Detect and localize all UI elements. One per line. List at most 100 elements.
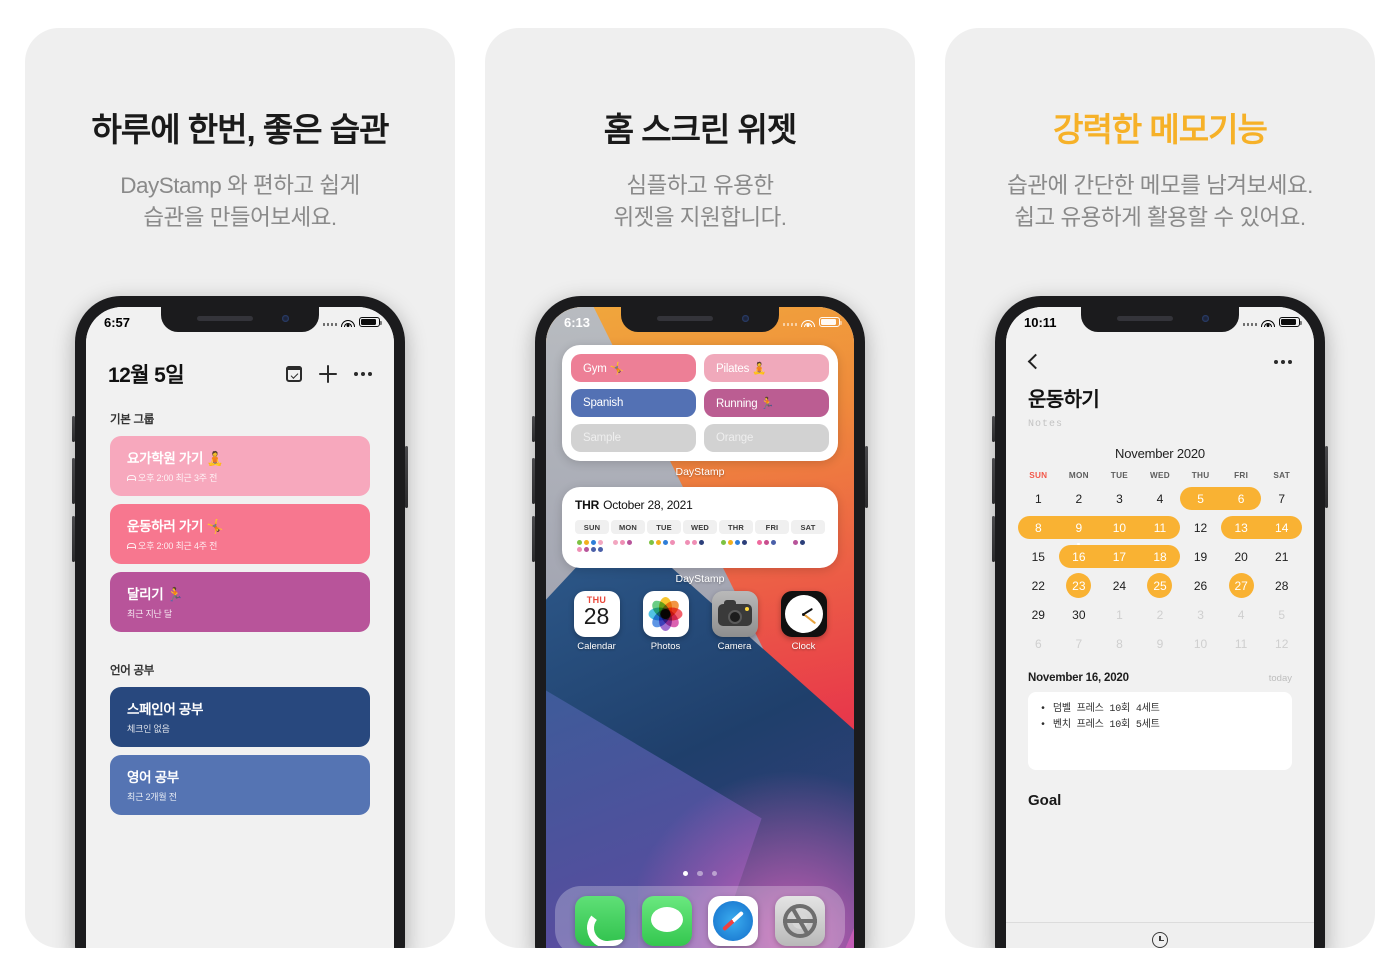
calendar-day-cell[interactable]: 1: [1099, 608, 1140, 622]
calendar-day-cell[interactable]: 3: [1180, 608, 1221, 622]
calendar-dow: SUN: [1029, 471, 1048, 480]
more-icon[interactable]: [1273, 359, 1292, 364]
calendar-day-cell[interactable]: 9: [1059, 521, 1100, 535]
calendar-day-cell[interactable]: 28: [1261, 579, 1302, 593]
calendar-day-cell[interactable]: 8: [1099, 637, 1140, 651]
calendar-day-cell[interactable]: 6: [1221, 492, 1262, 506]
calendar-day-number: 1: [1116, 607, 1123, 622]
calendar-day-cell[interactable]: 4: [1140, 492, 1181, 506]
calendar-day-number: 4: [1237, 607, 1245, 622]
panel-1: 하루에 한번, 좋은 습관 DayStamp 와 편하고 쉽게 습관을 만들어보…: [25, 28, 455, 948]
calendar-day-cell[interactable]: 27: [1221, 573, 1262, 598]
widget-chip[interactable]: Gym 🤸: [571, 354, 696, 382]
widget-chip[interactable]: Spanish: [571, 389, 696, 417]
widget-chip[interactable]: Orange: [704, 424, 829, 452]
power-button[interactable]: [1325, 446, 1328, 508]
calendar-day-cell[interactable]: 16: [1059, 542, 1100, 564]
calendar-day-cell[interactable]: 6: [1018, 637, 1059, 651]
calendar-day-number: 30: [1072, 607, 1086, 622]
calendar-day-cell[interactable]: 2: [1140, 608, 1181, 622]
habit-sub-text: 최근 지난 달: [127, 609, 173, 619]
calendar-day-cell[interactable]: 22: [1018, 579, 1059, 593]
calendar-grid[interactable]: 1 2 3 4 5 6 7 8 9 10 11 12 13 14 15 16 17 18 19 20 21 22 23 24 2…: [1006, 484, 1314, 658]
calendar-day-cell[interactable]: 4: [1221, 608, 1262, 622]
cellular-signal-icon: [322, 318, 337, 326]
habit-sub-text: 오후 2:00 최근 4주 전: [138, 541, 218, 551]
phone-2-screen: 6:13 Gym 🤸 Pilates 🧘 Spanish Running 🏃 S…: [546, 307, 854, 948]
calendar-day-number: 1: [1034, 491, 1042, 506]
calendar-day-cell[interactable]: 11: [1221, 637, 1262, 651]
calendar-day-cell[interactable]: 18: [1140, 550, 1181, 564]
calendar-day-cell[interactable]: 1: [1018, 492, 1059, 506]
panel-2: 홈 스크린 위젯 심플하고 유용한 위젯을 지원합니다. 6:13 Gym 🤸 …: [485, 28, 915, 948]
page-indicator[interactable]: [546, 870, 854, 887]
calendar-day-cell[interactable]: 21: [1261, 550, 1302, 564]
calendar-day-cell[interactable]: 23: [1059, 573, 1100, 598]
app-header: 12월 5일: [86, 345, 394, 389]
calendar-day-cell[interactable]: 14: [1261, 521, 1302, 535]
calendar-day-cell[interactable]: 24: [1099, 579, 1140, 593]
calendar-day-cell[interactable]: 3: [1099, 492, 1140, 506]
widget-dot: [670, 540, 675, 545]
habit-list-screen: 12월 5일 기본 그룹 요가학원 가기 🧘 오후 2:00 최근 3주 전 운…: [86, 307, 394, 948]
clock-icon[interactable]: [1152, 931, 1168, 948]
settings-app-icon[interactable]: [774, 896, 825, 946]
widget-chip[interactable]: Pilates 🧘: [704, 354, 829, 382]
calendar-day-cell[interactable]: 8: [1018, 521, 1059, 535]
volume-down-button[interactable]: [532, 516, 535, 562]
phone-app-icon[interactable]: [575, 896, 626, 946]
volume-down-button[interactable]: [992, 516, 995, 562]
more-icon[interactable]: [353, 372, 372, 376]
calendar-day-cell[interactable]: 15: [1018, 550, 1059, 564]
plus-icon[interactable]: [318, 365, 337, 383]
calendar-day-cell[interactable]: 5: [1261, 608, 1302, 622]
calendar-day-cell[interactable]: 7: [1261, 492, 1302, 506]
daystamp-small-widget[interactable]: Gym 🤸 Pilates 🧘 Spanish Running 🏃 Sample…: [562, 345, 838, 461]
calendar-day-number: 2: [1156, 607, 1164, 622]
calendar-day-cell[interactable]: 9: [1140, 637, 1181, 651]
calendar-day-cell[interactable]: 13: [1221, 521, 1262, 535]
calendar-day-cell[interactable]: 11: [1140, 521, 1181, 535]
habit-card[interactable]: 스페인어 공부 체크인 없음: [110, 687, 370, 747]
page-dot[interactable]: [682, 870, 689, 876]
habit-card[interactable]: 영어 공부 최근 2개월 전: [110, 755, 370, 815]
calendar-day-cell[interactable]: 25: [1140, 573, 1181, 598]
app-icon-photos[interactable]: Photos: [640, 591, 692, 652]
habit-card[interactable]: 운동하러 가기 🤸 오후 2:00 최근 4주 전: [110, 504, 370, 564]
widget-chip[interactable]: Running 🏃: [704, 389, 829, 417]
calendar-day-cell[interactable]: 26: [1180, 579, 1221, 593]
calendar-day-cell[interactable]: 10: [1099, 521, 1140, 535]
volume-down-button[interactable]: [72, 516, 75, 562]
status-time: 6:13: [564, 314, 591, 330]
power-button[interactable]: [405, 446, 408, 508]
calendar-day-cell[interactable]: 10: [1180, 637, 1221, 651]
page-dot[interactable]: [711, 870, 718, 876]
calendar-check-icon[interactable]: [285, 366, 302, 382]
messages-app-icon[interactable]: [641, 896, 692, 946]
calendar-day-cell[interactable]: 17: [1099, 550, 1140, 564]
page-title: 운동하기: [1028, 389, 1100, 411]
widget-chip[interactable]: Sample: [571, 424, 696, 452]
note-box[interactable]: • 덤벨 프레스 10회 4세트 • 벤치 프레스 10회 5세트: [1028, 692, 1292, 770]
app-icon-clock[interactable]: Clock: [778, 591, 830, 652]
calendar-dow: TUE: [1110, 471, 1129, 480]
app-icon-calendar[interactable]: THU 28 Calendar: [571, 591, 623, 652]
calendar-day-cell[interactable]: 29: [1018, 608, 1059, 622]
calendar-day-cell[interactable]: 5: [1180, 492, 1221, 506]
calendar-day-cell[interactable]: 19: [1180, 550, 1221, 564]
calendar-day-cell[interactable]: 7: [1059, 637, 1100, 651]
daystamp-calendar-widget[interactable]: THR October 28, 2021 SUN MON TUE WED THR …: [562, 487, 838, 568]
calendar-day-cell[interactable]: 12: [1261, 637, 1302, 651]
habit-card[interactable]: 달리기 🏃 최근 지난 달: [110, 572, 370, 632]
power-button[interactable]: [865, 446, 868, 508]
page-dot[interactable]: [697, 870, 703, 876]
calendar-day-cell[interactable]: 20: [1221, 550, 1262, 564]
calendar-day-cell[interactable]: 30: [1059, 608, 1100, 622]
widget-dot: [584, 547, 589, 552]
habit-card[interactable]: 요가학원 가기 🧘 오후 2:00 최근 3주 전: [110, 436, 370, 496]
back-icon[interactable]: [1028, 353, 1038, 370]
calendar-day-cell[interactable]: 12: [1180, 521, 1221, 535]
safari-app-icon[interactable]: [708, 896, 759, 946]
calendar-day-cell[interactable]: 2: [1059, 492, 1100, 506]
app-icon-camera[interactable]: Camera: [709, 591, 761, 652]
